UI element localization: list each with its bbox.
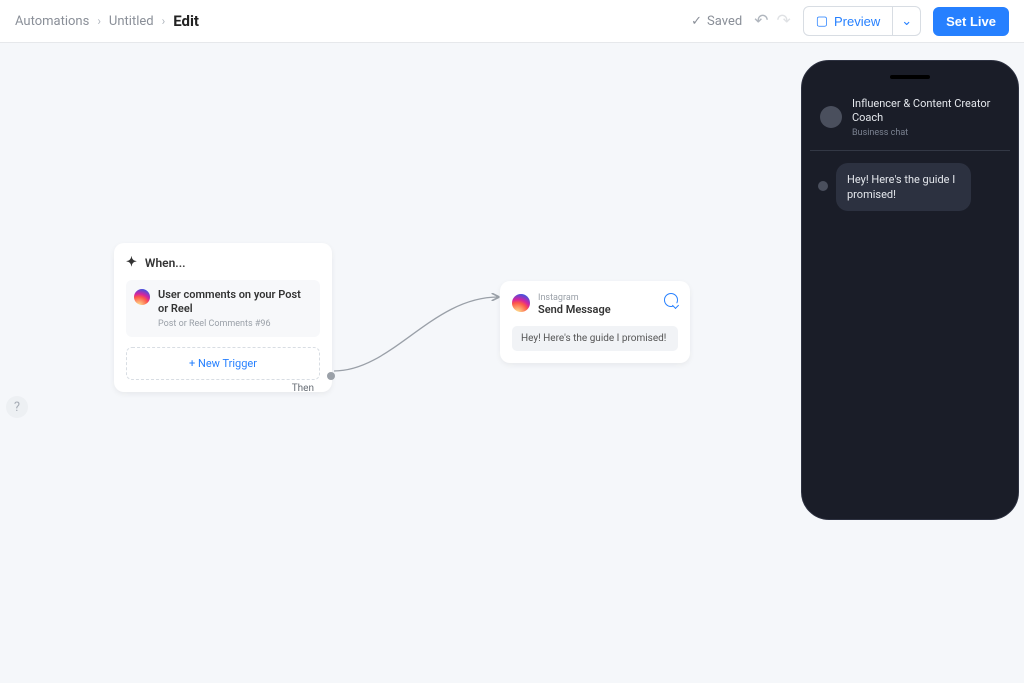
- chevron-right-icon: ›: [97, 14, 101, 28]
- trigger-card-header: ✦ When...: [126, 255, 320, 270]
- action-platform: Instagram: [538, 293, 611, 303]
- monitor-icon: ▢: [816, 13, 828, 29]
- chat-body: Hey! Here's the guide I promised!: [810, 151, 1010, 224]
- redo-icon[interactable]: ↷: [776, 11, 790, 31]
- check-icon: ✓: [691, 14, 702, 29]
- saved-indicator: ✓ Saved: [691, 14, 742, 29]
- output-port[interactable]: [327, 372, 335, 380]
- avatar: [820, 106, 842, 128]
- chevron-right-icon: ›: [162, 14, 166, 28]
- preview-button-group: ▢ Preview ⌄: [803, 6, 921, 36]
- breadcrumb-root[interactable]: Automations: [15, 14, 89, 29]
- undo-redo-group: ↶ ↷: [754, 11, 791, 31]
- undo-icon[interactable]: ↶: [754, 11, 768, 31]
- trigger-row[interactable]: User comments on your Post or Reel Post …: [126, 280, 320, 337]
- avatar: [818, 181, 828, 191]
- chat-bubble-icon: [664, 293, 678, 307]
- trigger-subtitle: Post or Reel Comments #96: [158, 319, 312, 329]
- chat-contact-name: Influencer & Content Creator Coach: [852, 97, 1000, 126]
- action-card[interactable]: Instagram Send Message Hey! Here's the g…: [500, 281, 690, 363]
- chevron-down-icon: ⌄: [901, 13, 912, 29]
- header-bar: Automations › Untitled › Edit ✓ Saved ↶ …: [0, 0, 1024, 43]
- trigger-heading: When...: [145, 256, 186, 270]
- then-label: Then: [292, 383, 314, 394]
- chat-message-bubble: Hey! Here's the guide I promised!: [836, 163, 971, 212]
- trigger-card[interactable]: ✦ When... User comments on your Post or …: [114, 243, 332, 392]
- preview-label: Preview: [834, 14, 880, 29]
- new-trigger-button[interactable]: + New Trigger: [126, 347, 320, 380]
- breadcrumb: Automations › Untitled › Edit: [15, 12, 199, 30]
- connection-line: [332, 287, 502, 387]
- breadcrumb-parent[interactable]: Untitled: [109, 14, 154, 29]
- set-live-button[interactable]: Set Live: [933, 7, 1009, 36]
- message-preview: Hey! Here's the guide I promised!: [512, 326, 678, 351]
- bolt-icon: ✦: [126, 255, 137, 270]
- trigger-title: User comments on your Post or Reel: [158, 288, 312, 317]
- phone-preview: Influencer & Content Creator Coach Busin…: [801, 60, 1019, 520]
- saved-label: Saved: [707, 14, 742, 29]
- phone-notch: [890, 75, 930, 79]
- preview-dropdown[interactable]: ⌄: [893, 6, 921, 36]
- chat-header: Influencer & Content Creator Coach Busin…: [810, 89, 1010, 151]
- breadcrumb-current: Edit: [173, 12, 199, 30]
- help-button[interactable]: ?: [6, 396, 28, 418]
- instagram-icon: [134, 289, 150, 305]
- flow-canvas[interactable]: ✦ When... User comments on your Post or …: [0, 43, 1024, 683]
- header-actions: ✓ Saved ↶ ↷ ▢ Preview ⌄ Set Live: [691, 6, 1009, 36]
- action-title: Send Message: [538, 303, 611, 316]
- action-card-header: Instagram Send Message: [512, 293, 678, 316]
- chat-contact-sub: Business chat: [852, 128, 1000, 138]
- instagram-icon: [512, 294, 530, 312]
- preview-button[interactable]: ▢ Preview: [803, 6, 894, 36]
